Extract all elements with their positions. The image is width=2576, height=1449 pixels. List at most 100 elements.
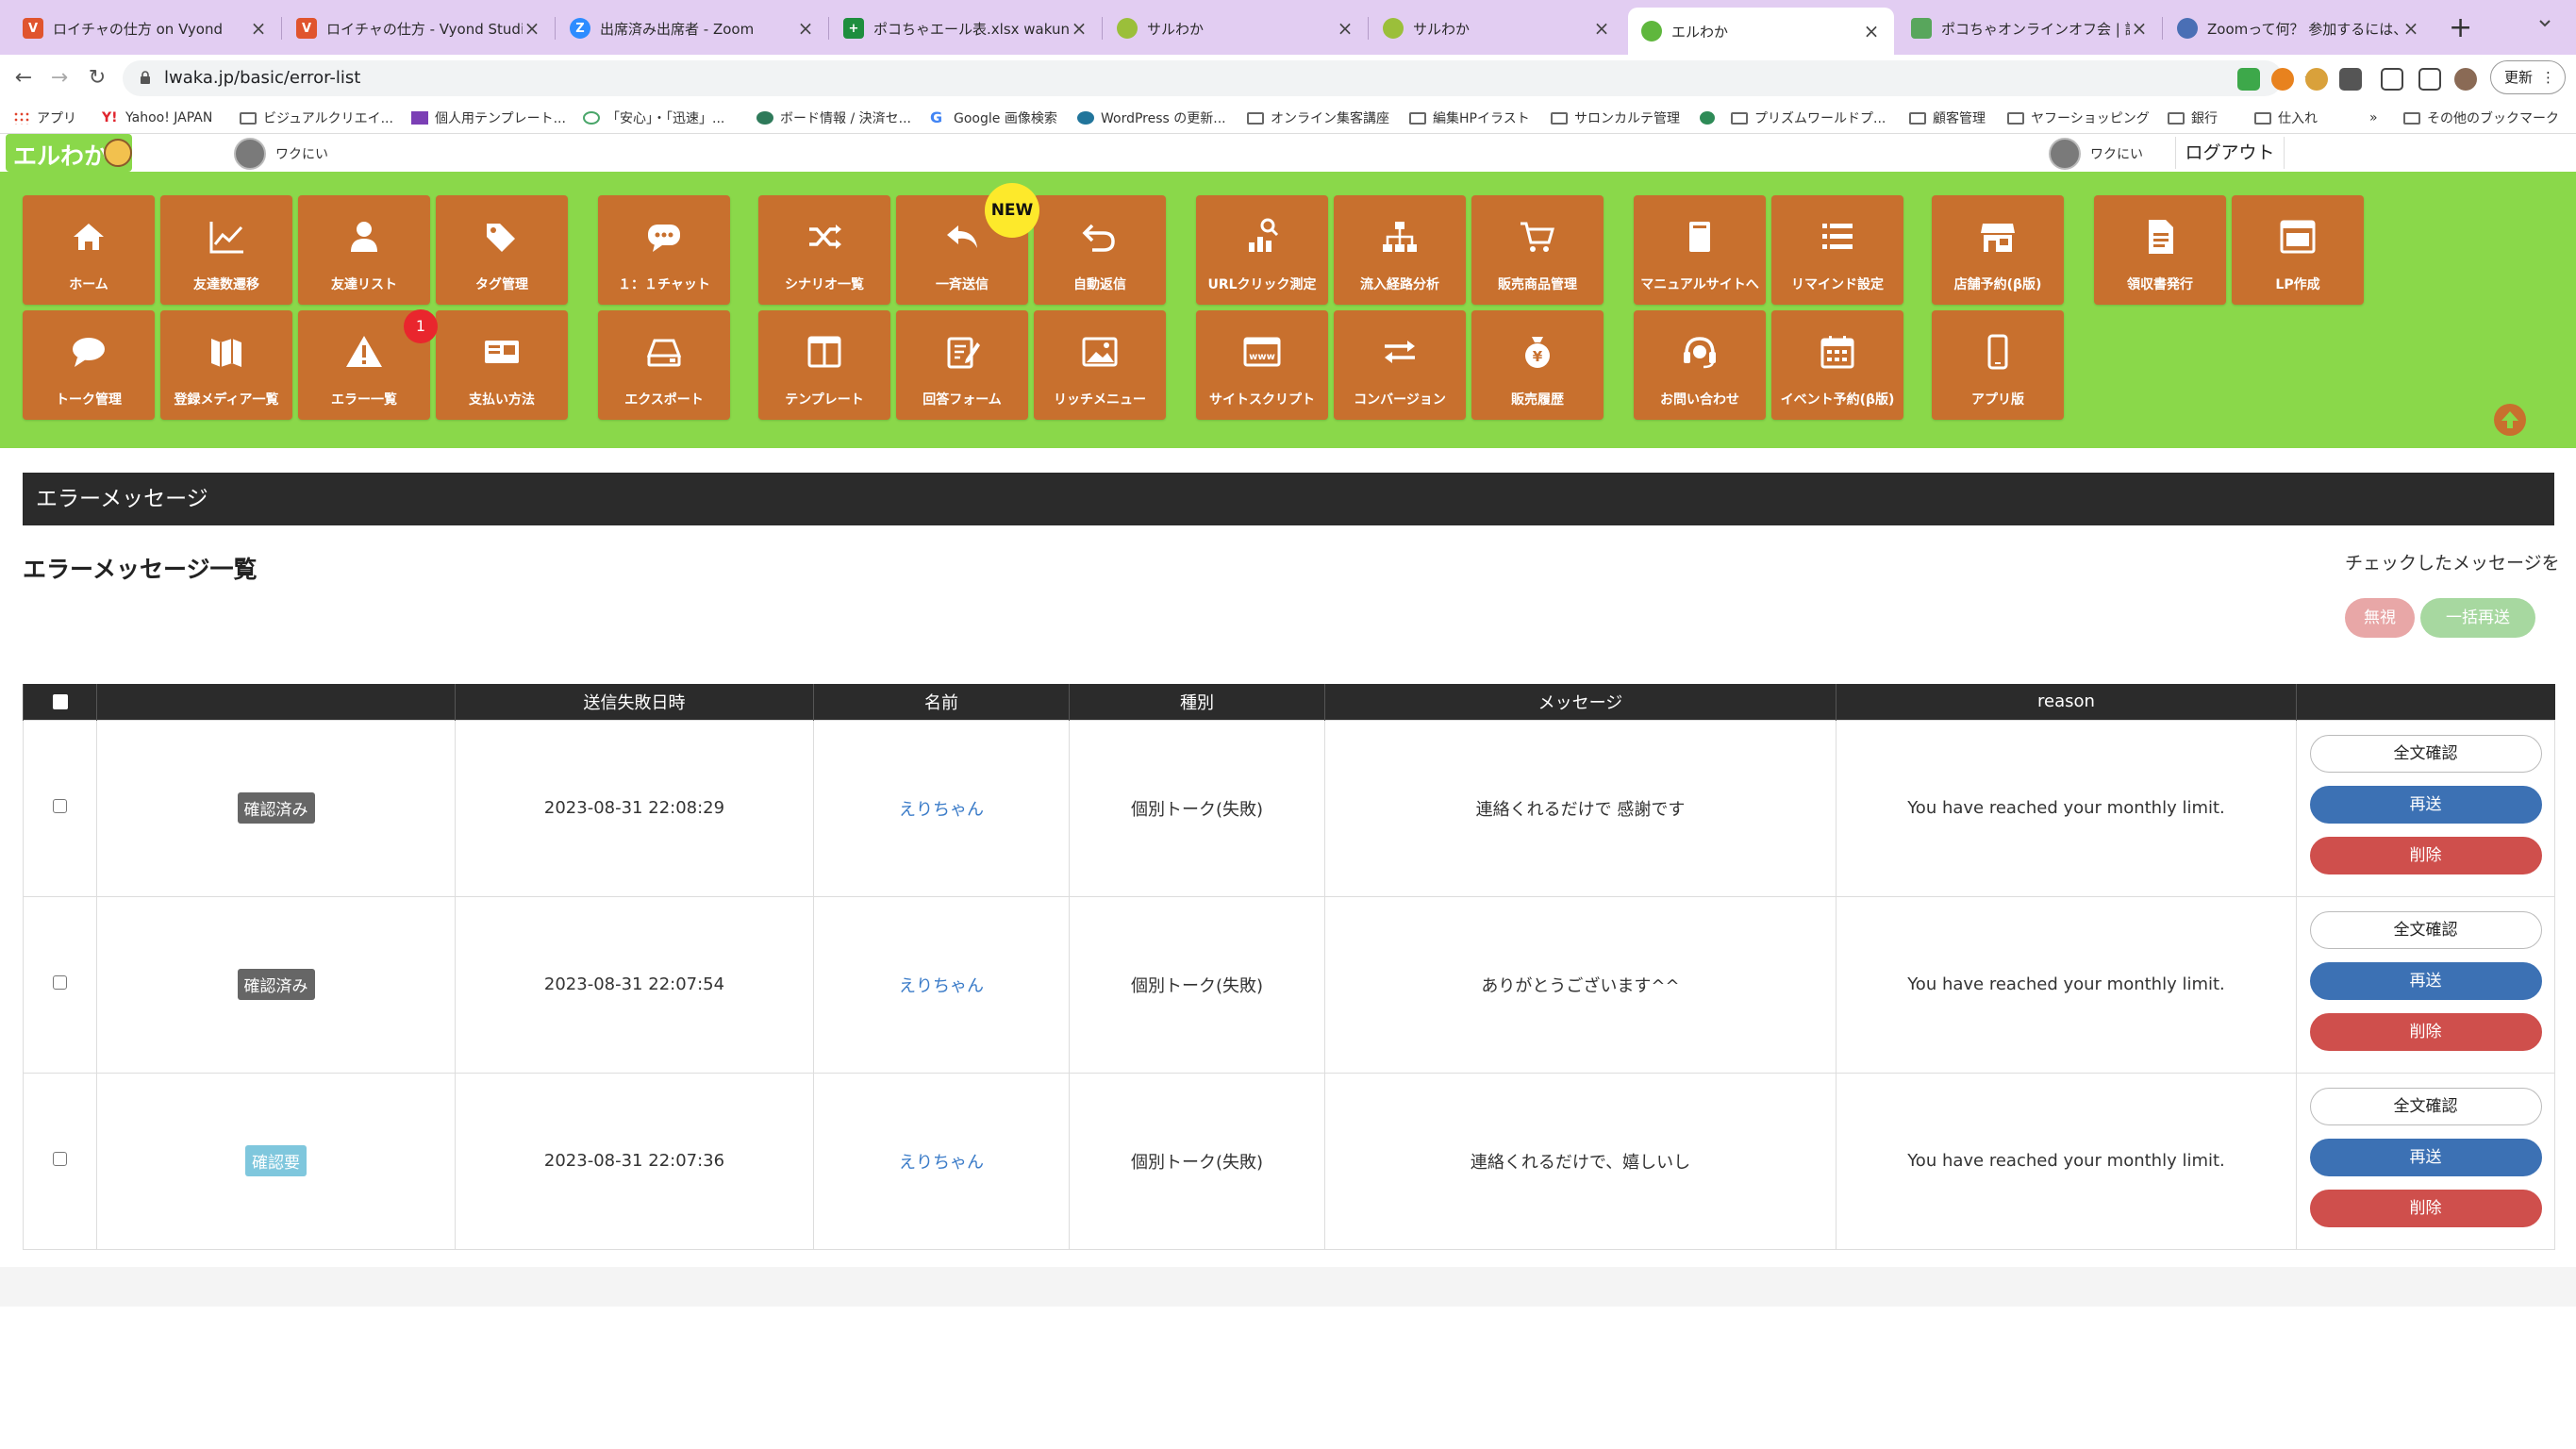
bookmark-item[interactable]: ボード情報 / 決済セ...	[756, 106, 911, 130]
new-tab-icon[interactable]: +	[2449, 11, 2472, 44]
menu-tile-export[interactable]: エクスポート	[598, 310, 730, 420]
menu-tile-products[interactable]: 販売商品管理	[1471, 195, 1604, 305]
menu-tile-auto-reply[interactable]: 自動返信	[1034, 195, 1166, 305]
browser-tab[interactable]: V ロイチャの仕方 - Vyond Studio ×	[283, 9, 555, 47]
close-icon[interactable]: ×	[2130, 17, 2149, 40]
menu-tile-friend-list[interactable]: 友達リスト	[298, 195, 430, 305]
view-full-button[interactable]: 全文確認	[2309, 1087, 2542, 1125]
scroll-to-top-icon[interactable]	[2494, 404, 2526, 436]
close-icon[interactable]: ×	[2401, 17, 2420, 40]
ignore-button[interactable]: 無視	[2345, 598, 2415, 638]
update-button[interactable]: 更新 ⋮	[2490, 60, 2566, 94]
menu-tile-inflow[interactable]: 流入経路分析	[1334, 195, 1466, 305]
profile-avatar-icon[interactable]	[2454, 68, 2477, 91]
extension-green-icon[interactable]	[2237, 68, 2260, 91]
resend-button[interactable]: 再送	[2309, 785, 2542, 824]
view-full-button[interactable]: 全文確認	[2309, 734, 2542, 773]
row-checkbox[interactable]	[53, 975, 67, 990]
bookmark-item[interactable]: 編集HPイラスト	[1409, 106, 1530, 130]
close-icon[interactable]: ×	[1070, 17, 1089, 40]
close-icon[interactable]: ×	[1592, 17, 1611, 40]
menu-tile-chat[interactable]: １：１チャット	[598, 195, 730, 305]
bookmark-item[interactable]: Y! Yahoo! JAPAN	[102, 106, 212, 130]
resend-button[interactable]: 再送	[2309, 1138, 2542, 1176]
reload-icon[interactable]: ↻	[83, 64, 111, 92]
app-logo[interactable]: エルわか	[6, 134, 132, 172]
menu-tile-home[interactable]: ホーム	[23, 195, 155, 305]
select-all-checkbox[interactable]	[52, 694, 68, 710]
browser-tab[interactable]: サルわか ×	[1104, 9, 1368, 47]
bookmark-item[interactable]: ビジュアルクリエイ...	[240, 106, 393, 130]
browser-tab[interactable]: ポコちゃオンラインオフ会 | 調整 ×	[1898, 9, 2162, 47]
menu-tile-store-reserve[interactable]: 店舗予約(β版)	[1932, 195, 2064, 305]
bookmark-item[interactable]: WordPress の更新...	[1077, 106, 1226, 130]
media-queue-icon[interactable]	[2381, 68, 2403, 91]
resend-button[interactable]: 再送	[2309, 961, 2542, 1000]
menu-tile-talk[interactable]: トーク管理	[23, 310, 155, 420]
bookmark-item[interactable]: その他のブックマーク	[2403, 106, 2559, 130]
friend-name-link[interactable]: えりちゃん	[899, 800, 984, 820]
browser-tab[interactable]: Z 出席済み出席者 - Zoom ×	[557, 9, 828, 47]
bookmark-item[interactable]: 顧客管理	[1909, 106, 1986, 130]
menu-tile-media[interactable]: 登録メディア一覧	[160, 310, 292, 420]
extension-colorful-icon[interactable]	[2305, 68, 2328, 91]
row-checkbox[interactable]	[53, 799, 67, 813]
back-arrow-icon[interactable]: ←	[9, 64, 38, 92]
close-icon[interactable]: ×	[1336, 17, 1354, 40]
menu-tile-url-click[interactable]: URLクリック測定	[1196, 195, 1328, 305]
browser-tab[interactable]: サルわか ×	[1370, 9, 1624, 47]
bookmark-item[interactable]: アプリ	[13, 106, 76, 130]
address-bar[interactable]: lwaka.jp/basic/error-list ⇪ ☆	[123, 60, 2320, 96]
menu-tile-event-reserve[interactable]: イベント予約(β版)	[1771, 310, 1903, 420]
menu-tile-sales-history[interactable]: ¥ 販売履歴	[1471, 310, 1604, 420]
logout-button[interactable]: ログアウト	[2175, 137, 2285, 169]
menu-tile-contact[interactable]: お問い合わせ	[1634, 310, 1766, 420]
menu-tile-friend-growth[interactable]: 友達数遷移	[160, 195, 292, 305]
bookmarks-overflow[interactable]: »	[2369, 106, 2378, 130]
delete-button[interactable]: 削除	[2309, 1189, 2542, 1227]
bookmark-item[interactable]: ヤフーショッピング	[2007, 106, 2150, 130]
friend-name-link[interactable]: えりちゃん	[899, 1153, 984, 1173]
menu-tile-scenario[interactable]: シナリオ一覧	[758, 195, 890, 305]
bookmark-item[interactable]: 仕入れ	[2254, 106, 2318, 130]
close-icon[interactable]: ×	[249, 17, 268, 40]
browser-tab[interactable]: + ポコちゃエール表.xlsx wakuni ×	[830, 9, 1102, 47]
puzzle-icon[interactable]	[2339, 68, 2362, 91]
browser-tab-active[interactable]: エルわか ×	[1628, 8, 1894, 55]
status-badge: 確認要	[245, 1145, 307, 1176]
forward-arrow-icon[interactable]: →	[45, 64, 74, 92]
bookmark-item[interactable]: 銀行	[2168, 106, 2218, 130]
bookmark-item[interactable]: 「安心」・「迅速」...	[583, 106, 724, 130]
row-checkbox[interactable]	[53, 1152, 67, 1166]
menu-tile-template[interactable]: テンプレート	[758, 310, 890, 420]
menu-tile-tags[interactable]: タグ管理	[436, 195, 568, 305]
close-icon[interactable]: ×	[523, 17, 541, 40]
chevron-down-icon[interactable]	[2537, 15, 2552, 30]
bookmark-item[interactable]: オンライン集客講座	[1247, 106, 1389, 130]
menu-tile-site-script[interactable]: www サイトスクリプト	[1196, 310, 1328, 420]
delete-button[interactable]: 削除	[2309, 1012, 2542, 1051]
menu-tile-lp[interactable]: LP作成	[2232, 195, 2364, 305]
bookmark-item[interactable]: プリズムワールドプ...	[1700, 106, 1886, 130]
menu-tile-receipt[interactable]: 領収書発行	[2094, 195, 2226, 305]
bulk-resend-button[interactable]: 一括再送	[2420, 598, 2535, 638]
browser-tab[interactable]: Zoomって何？ 参加するには、どう ×	[2164, 9, 2434, 47]
menu-tile-answer-form[interactable]: 回答フォーム	[896, 310, 1028, 420]
friend-name-link[interactable]: えりちゃん	[899, 976, 984, 996]
browser-tab[interactable]: V ロイチャの仕方 on Vyond ×	[9, 9, 281, 47]
bookmark-item[interactable]: G Google 画像検索	[930, 106, 1057, 130]
menu-tile-conversion[interactable]: コンバージョン	[1334, 310, 1466, 420]
side-panel-icon[interactable]	[2418, 68, 2441, 91]
close-icon[interactable]: ×	[796, 17, 815, 40]
menu-tile-remind[interactable]: リマインド設定	[1771, 195, 1903, 305]
menu-tile-rich-menu[interactable]: リッチメニュー	[1034, 310, 1166, 420]
view-full-button[interactable]: 全文確認	[2309, 910, 2542, 949]
bookmark-item[interactable]: サロンカルテ管理	[1551, 106, 1680, 130]
close-icon[interactable]: ×	[1862, 20, 1881, 42]
menu-tile-payment[interactable]: 支払い方法	[436, 310, 568, 420]
menu-tile-app[interactable]: アプリ版	[1932, 310, 2064, 420]
menu-tile-manual[interactable]: マニュアルサイトへ	[1634, 195, 1766, 305]
delete-button[interactable]: 削除	[2309, 836, 2542, 874]
extension-fox-icon[interactable]	[2271, 68, 2294, 91]
bookmark-item[interactable]: 個人用テンプレート...	[411, 106, 566, 130]
